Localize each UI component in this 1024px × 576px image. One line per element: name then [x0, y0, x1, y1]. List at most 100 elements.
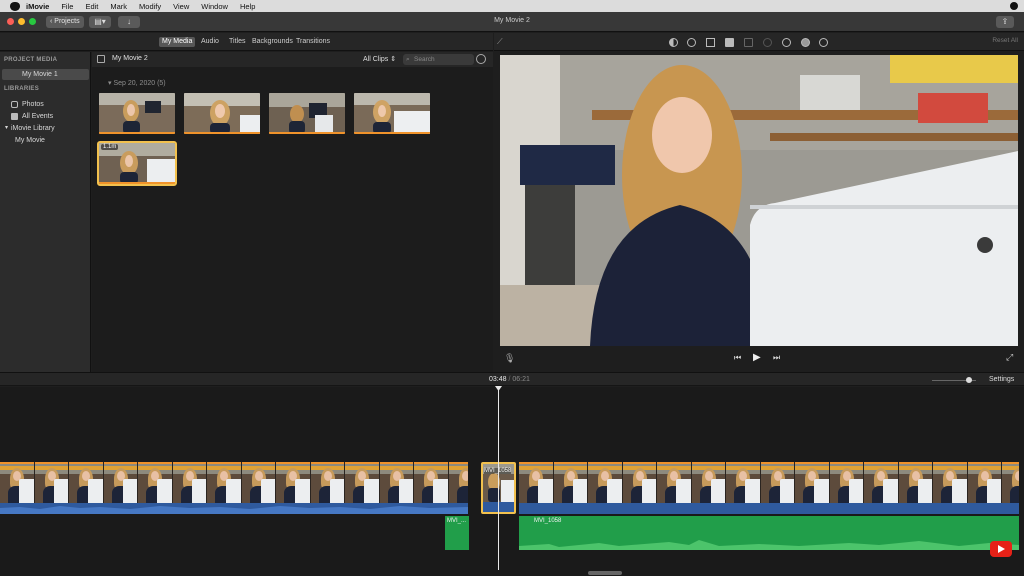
clip-thumbnail-selected[interactable]: 1.1m: [97, 141, 177, 186]
video-clip-filmstrip[interactable]: [519, 462, 1019, 503]
frame-orange: [691, 462, 725, 464]
noise-reduction-icon[interactable]: [763, 38, 772, 47]
color-balance-icon[interactable]: [669, 38, 678, 47]
menu-help[interactable]: Help: [240, 2, 255, 11]
frame-imac: [883, 479, 898, 503]
frame-imac: [260, 479, 276, 503]
chevron-updown-icon: ⇕: [388, 56, 397, 63]
menu-file[interactable]: File: [61, 2, 73, 11]
window-toolbar: ‹ Projects ▤▾ ↓ My Movie 2 ⇪: [0, 12, 1024, 32]
clip-thumbnail[interactable]: [354, 93, 430, 134]
filmstrip-frame: [829, 462, 864, 503]
filmstrip-frame: [414, 462, 449, 503]
clip-used-bar: [99, 182, 175, 184]
clip-used-bar: [269, 132, 345, 134]
youtube-logo-icon: [990, 541, 1012, 557]
video-preview[interactable]: [500, 55, 1018, 346]
tab-titles[interactable]: Titles: [226, 37, 248, 47]
browser-settings-icon[interactable]: [476, 54, 486, 64]
volume-icon[interactable]: [744, 38, 753, 47]
timeline-zoom-knob[interactable]: [966, 377, 972, 383]
frame-orange: [967, 462, 1001, 464]
info-icon[interactable]: [819, 38, 828, 47]
frame-imac: [329, 479, 345, 503]
sidebar-item-imovie-library[interactable]: ▾ iMovie Library: [2, 123, 89, 134]
magic-wand-icon[interactable]: ⟋: [497, 37, 503, 47]
frame-imac: [53, 479, 69, 503]
microphone-icon[interactable]: 🎙: [504, 353, 515, 364]
filmstrip-frame: [103, 462, 138, 503]
detached-audio-clip[interactable]: MVI_...: [445, 516, 469, 550]
filmstrip-frame: [622, 462, 657, 503]
frame-orange: [414, 462, 448, 464]
reset-all-button[interactable]: Reset All: [992, 37, 1018, 44]
tab-transitions[interactable]: Transitions: [293, 37, 333, 47]
status-icon[interactable]: [1010, 2, 1018, 10]
search-input[interactable]: ⌕ Search: [403, 54, 474, 65]
apple-menu-icon[interactable]: [10, 1, 20, 11]
frame-body: [1010, 486, 1019, 503]
frame-orange: [448, 462, 468, 464]
menu-edit[interactable]: Edit: [85, 2, 98, 11]
filmstrip-frame: [898, 462, 933, 503]
filmstrip-frame: [657, 462, 692, 503]
clip-preview-image: [354, 93, 430, 134]
share-icon: ⇪: [1001, 17, 1009, 26]
play-icon[interactable]: ▶: [753, 352, 761, 363]
frame-orange: [276, 462, 310, 464]
video-frame-image: [500, 55, 1018, 346]
clip-used-bar: [99, 132, 175, 134]
timeline-settings-button[interactable]: Settings: [989, 376, 1014, 383]
tab-backgrounds[interactable]: Backgrounds: [249, 37, 296, 47]
viewer-panel: 🎙 ⏮ ▶ ⏭ ⤢: [494, 52, 1024, 372]
share-button[interactable]: ⇪: [996, 16, 1014, 28]
color-correction-icon[interactable]: [687, 38, 696, 47]
sidebar-item-my-movie[interactable]: My Movie: [2, 135, 89, 146]
frame-orange: [726, 462, 760, 464]
clip-filter-icon[interactable]: [801, 38, 810, 47]
sidebar-item-my-movie-1[interactable]: My Movie 1: [2, 69, 89, 80]
frame-face: [461, 471, 468, 481]
frame-imac: [745, 479, 760, 503]
playhead[interactable]: [498, 388, 499, 570]
event-date-header[interactable]: ▾ Sep 20, 2020 (5): [108, 79, 166, 87]
filmstrip-frame: [519, 462, 554, 503]
menu-window[interactable]: Window: [201, 2, 228, 11]
frame-imac: [917, 479, 933, 503]
speed-icon[interactable]: [782, 38, 791, 47]
menu-view[interactable]: View: [173, 2, 189, 11]
disclosure-triangle-icon[interactable]: ▾: [5, 123, 8, 134]
clip-thumbnail[interactable]: [269, 93, 345, 134]
frame-orange: [345, 462, 379, 464]
fullscreen-icon[interactable]: ⤢: [1006, 352, 1013, 363]
tab-my-media[interactable]: My Media: [159, 37, 196, 47]
frame-orange: [310, 462, 344, 464]
stabilization-icon[interactable]: [725, 38, 734, 47]
clip-filter-dropdown[interactable]: All Clips ⇕: [363, 55, 396, 63]
detached-audio-clip[interactable]: MVI_1058: [519, 516, 1019, 550]
sidebar-item-photos[interactable]: Photos: [2, 99, 89, 110]
crop-icon[interactable]: [706, 38, 715, 47]
total-time: 06:21: [512, 376, 530, 383]
clip-thumbnail[interactable]: [99, 93, 175, 134]
timeline-scrollbar[interactable]: [588, 571, 622, 575]
app-menu[interactable]: iMovie: [26, 2, 49, 11]
video-clip-filmstrip[interactable]: [0, 462, 468, 503]
filmstrip-frame: [172, 462, 207, 503]
skip-back-icon[interactable]: ⏮: [734, 353, 741, 363]
filmstrip-frame: [760, 462, 795, 503]
library-sidebar: PROJECT MEDIA My Movie 1 LIBRARIES Photo…: [0, 52, 91, 372]
time-separator: /: [508, 376, 511, 383]
menu-mark[interactable]: Mark: [110, 2, 127, 11]
attached-audio-track[interactable]: [519, 503, 1019, 514]
current-time: 03:48: [489, 376, 507, 383]
skip-forward-icon[interactable]: ⏭: [773, 353, 780, 363]
attached-audio-track[interactable]: [0, 503, 468, 514]
sidebar-toggle-icon[interactable]: [97, 55, 105, 63]
sidebar-item-all-events[interactable]: All Events: [2, 111, 89, 122]
tab-audio[interactable]: Audio: [198, 37, 222, 47]
sidebar-item-label: My Movie 1: [22, 71, 58, 78]
menu-modify[interactable]: Modify: [139, 2, 161, 11]
clip-thumbnail[interactable]: [184, 93, 260, 134]
viewer-toolbar: ⟋ Reset All: [494, 33, 1024, 51]
